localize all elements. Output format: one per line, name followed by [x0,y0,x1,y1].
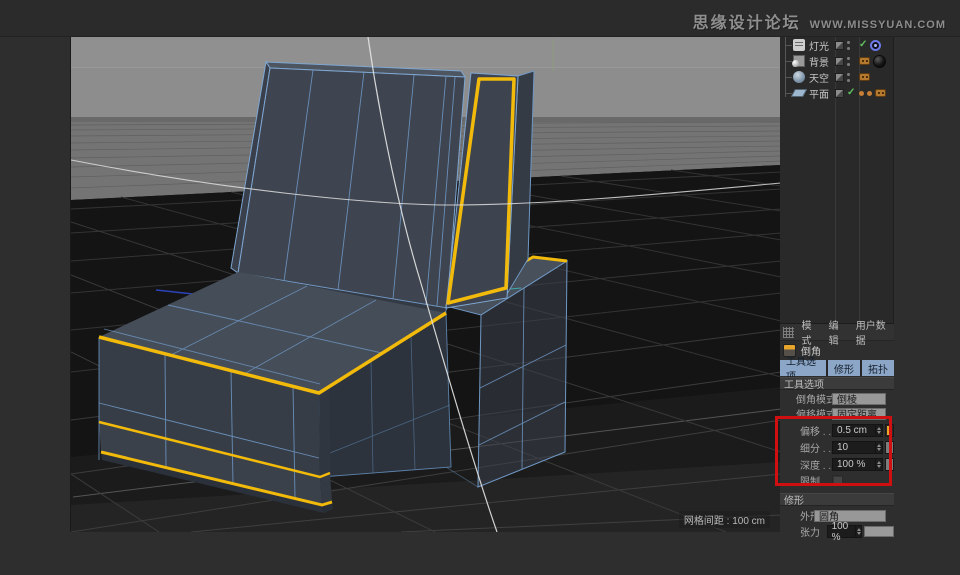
layer-swatch-icon[interactable] [835,72,844,82]
visibility-dots-icon[interactable] [847,56,850,66]
tension-input[interactable]: 100 % [826,521,856,543]
texture-tag-icon[interactable] [859,57,870,65]
texture-tag-icon[interactable] [859,73,870,81]
offset-mini-slider[interactable] [885,424,894,437]
material-thumbnail[interactable] [873,54,886,68]
tension-slider[interactable] [863,526,894,537]
row-subdivision: 细分 . . . 10 [780,441,894,455]
section-tool-options: 工具选项 [780,377,894,391]
viewport[interactable]: 网格间距 : 100 cm [70,37,781,532]
tree-stub [786,60,792,62]
offset-label: 偏移 . . . [800,427,832,438]
visibility-dots-icon[interactable] [847,40,850,50]
sky-object-icon [793,71,805,83]
object-label: 天空 [809,73,829,85]
background-object-icon [792,55,805,67]
texture-tag-icon[interactable] [875,89,886,97]
offset-mode-label: 偏移模式 [796,410,832,421]
limit-checkbox[interactable] [832,475,843,486]
grid-spacing-status: 网格间距 : 100 cm [678,511,770,528]
enabled-check-icon[interactable]: ✓ [859,40,867,50]
right-panel-region: 灯光 ✓ 背景 天空 平面 ✓ 模式 编辑 用户数据 倒角 工具选 修形 拓扑 … [780,37,960,575]
app-window: 思缘设计论坛 WWW.MISSYUAN.COM 网格间距: 100 cm 灯光… [0,0,960,575]
row-offset: 偏移 . . . 0.5 cm [780,424,894,438]
brand-url-text: WWW.MISSYUAN.COM [809,19,946,31]
attribute-menu-bar: 模式 编辑 用户数据 [780,321,894,347]
row-tension: 张力 100 % [780,521,894,543]
depth-mini-slider[interactable] [885,458,894,471]
object-label: 背景 [809,57,829,69]
row-offset-mode: 偏移模式 固定距离 [780,407,894,421]
tab-shaping[interactable]: 修形 [828,360,860,376]
tree-stub [786,44,792,46]
layer-swatch-icon[interactable] [835,88,844,98]
layer-swatch-icon[interactable] [835,40,844,50]
visibility-dots-icon[interactable] [847,72,850,82]
depth-label: 深度 . . . [800,461,832,472]
tension-stepper[interactable] [855,525,862,538]
section-shaping: 修形 [780,493,894,507]
object-manager: 灯光 ✓ 背景 天空 平面 ✓ [780,37,894,331]
attribute-manager: 模式 编辑 用户数据 倒角 工具选项 修形 拓扑 工具选项 倒角模式 倒棱 偏移… [780,321,894,543]
light-object-icon [793,39,805,51]
enabled-check-icon[interactable]: ✓ [847,88,855,98]
tree-stub [786,92,792,94]
object-label: 平面 [809,89,829,101]
object-row-sky[interactable]: 天空 [780,69,893,85]
depth-stepper[interactable] [876,458,883,471]
row-limit: 限制 . . . [780,474,894,488]
offset-stepper[interactable] [876,424,883,437]
object-row-plane[interactable]: 平面 ✓ [780,85,893,101]
depth-input[interactable]: 100 % [832,458,876,471]
subdivision-input[interactable]: 10 [832,441,876,454]
bevel-mode-dropdown[interactable]: 倒棱 [832,392,886,406]
phong-tag-icon[interactable] [867,90,872,96]
object-row-light[interactable]: 灯光 ✓ [780,37,893,53]
row-depth: 深度 . . . 100 % [780,458,894,472]
offset-mode-dropdown[interactable]: 固定距离 [832,407,886,421]
offset-input[interactable]: 0.5 cm [832,424,876,437]
object-label: 灯光 [809,41,829,53]
subdivision-label: 细分 . . . [800,444,832,455]
target-tag-icon[interactable] [870,39,882,51]
layer-swatch-icon[interactable] [835,56,844,66]
tab-topology[interactable]: 拓扑 [862,360,894,376]
watermark-logo: 思缘设计论坛 WWW.MISSYUAN.COM [693,9,946,33]
plane-object-icon [791,89,807,97]
tab-tool-option[interactable]: 工具选项 [780,357,826,383]
row-bevel-mode: 倒角模式 倒棱 [780,392,894,406]
attribute-tabs: 工具选项 修形 拓扑 [780,357,894,383]
tension-label: 张力 [800,528,820,539]
subdivision-mini-slider[interactable] [885,441,894,454]
tree-stub [786,76,792,78]
top-bar: 思缘设计论坛 WWW.MISSYUAN.COM [0,0,960,37]
panel-grid-icon[interactable] [783,326,794,338]
brand-chinese-text: 思缘设计论坛 [692,15,801,32]
viewport-canvas[interactable] [71,37,781,532]
limit-label: 限制 . . . [800,477,832,488]
bevel-mode-label: 倒角模式 [796,395,832,406]
object-row-background[interactable]: 背景 [780,53,893,69]
phong-tag-icon[interactable] [859,90,864,96]
subdivision-stepper[interactable] [876,441,883,454]
